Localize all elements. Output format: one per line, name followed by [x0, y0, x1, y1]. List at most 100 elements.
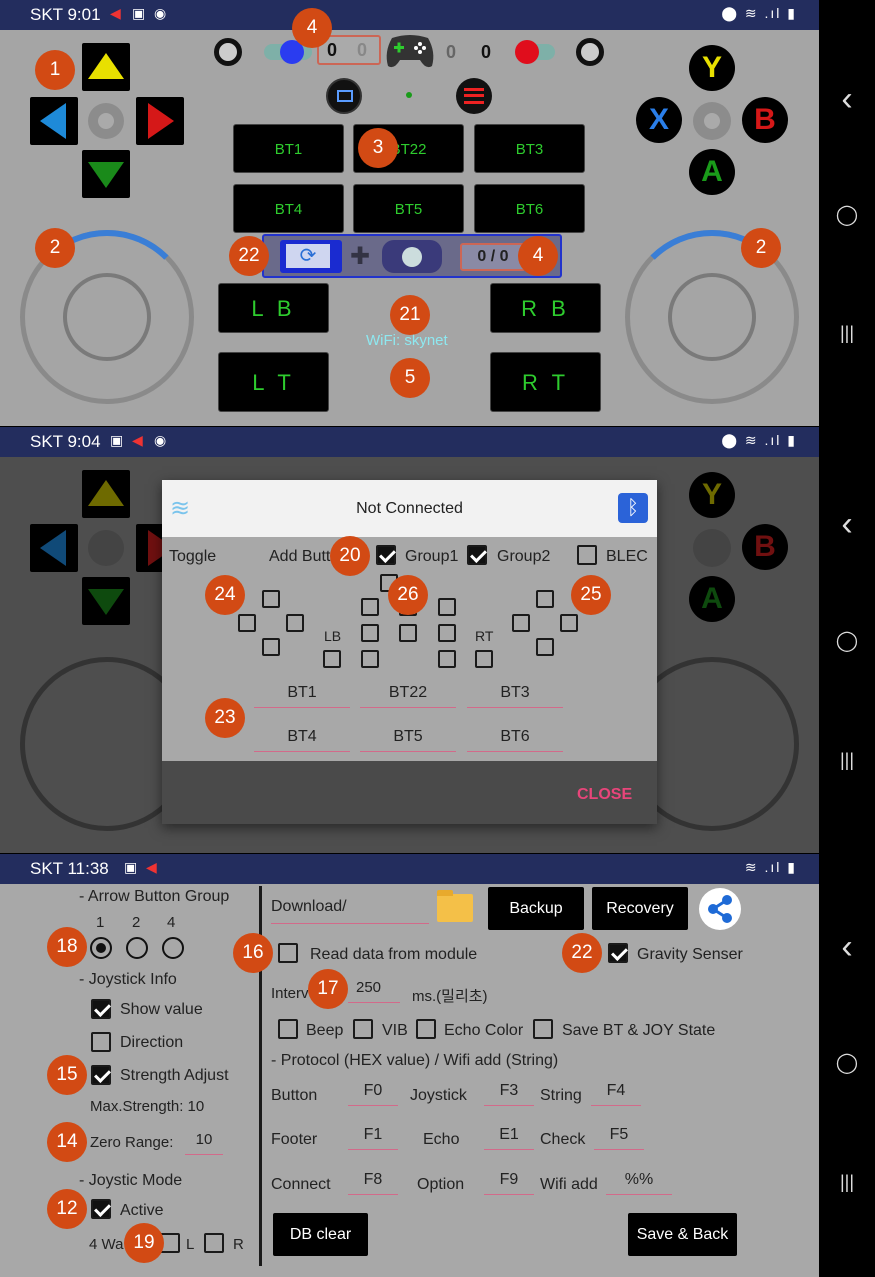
bluetooth-icon[interactable]: ᛒ	[618, 493, 648, 523]
protocol-input[interactable]: F8	[348, 1171, 398, 1195]
lb-button[interactable]: L B	[218, 283, 329, 333]
lb-toggle-box[interactable]	[323, 650, 341, 668]
protocol-input[interactable]: F3	[484, 1082, 534, 1106]
bt-name-field[interactable]: BT5	[360, 728, 456, 752]
share-icon[interactable]	[699, 888, 741, 930]
protocol-input[interactable]: F5	[594, 1126, 644, 1150]
save-back-button[interactable]: Save & Back	[628, 1213, 737, 1256]
gamepad-mini-icon[interactable]	[382, 240, 442, 273]
bt-name-field[interactable]: BT4	[254, 728, 350, 752]
recents-icon[interactable]: |||	[819, 323, 875, 344]
y-button[interactable]: Y	[689, 45, 735, 91]
save-state-checkbox[interactable]	[533, 1019, 553, 1039]
strength-adjust-checkbox[interactable]	[91, 1065, 111, 1085]
dpad-right-button[interactable]	[136, 97, 184, 145]
right-toggle-knob	[515, 40, 539, 64]
menu-icon[interactable]	[456, 78, 492, 114]
bt-toggle-box[interactable]	[361, 624, 379, 642]
arrow-radio-1[interactable]	[90, 937, 112, 959]
read-module-checkbox[interactable]	[278, 943, 298, 963]
close-button[interactable]: CLOSE	[577, 786, 632, 804]
back-icon[interactable]: ‹	[819, 928, 875, 967]
group1-checkbox[interactable]	[376, 545, 396, 565]
dpad-toggle-box[interactable]	[238, 614, 256, 632]
bt-toggle-box[interactable]	[438, 650, 456, 668]
protocol-input[interactable]: E1	[484, 1126, 534, 1150]
bt-button[interactable]: BT3	[474, 124, 585, 173]
face-center	[693, 102, 731, 140]
face-toggle-box[interactable]	[536, 590, 554, 608]
arrow-option-label: 1	[96, 914, 105, 931]
arrow-radio-4[interactable]	[162, 937, 184, 959]
arrow-radio-2[interactable]	[126, 937, 148, 959]
zero-range-input[interactable]: 10	[185, 1131, 223, 1155]
dpad-toggle-box[interactable]	[286, 614, 304, 632]
recents-icon[interactable]: |||	[819, 1172, 875, 1193]
beep-checkbox[interactable]	[278, 1019, 298, 1039]
dpad-down-button[interactable]	[82, 150, 130, 198]
x-button[interactable]: X	[636, 97, 682, 143]
bt-name-field[interactable]: BT6	[467, 728, 563, 752]
interval-input[interactable]: 250	[348, 979, 400, 1003]
protocol-input[interactable]: %%	[606, 1171, 672, 1195]
vib-checkbox[interactable]	[353, 1019, 373, 1039]
protocol-label: Check	[540, 1131, 586, 1148]
back-icon[interactable]: ‹	[819, 80, 875, 119]
protocol-input[interactable]: F9	[484, 1171, 534, 1195]
bt-button[interactable]: BT1	[233, 124, 344, 173]
bt-toggle-box[interactable]	[438, 624, 456, 642]
bt-name-field[interactable]: BT22	[360, 684, 456, 708]
callout-badge: 25	[571, 575, 611, 615]
show-value-checkbox[interactable]	[91, 999, 111, 1019]
face-toggle-box[interactable]	[512, 614, 530, 632]
recovery-button[interactable]: Recovery	[592, 887, 688, 930]
bt-button[interactable]: BT4	[233, 184, 344, 233]
folder-icon[interactable]	[437, 890, 473, 922]
db-clear-button[interactable]: DB clear	[273, 1213, 368, 1256]
dpad-toggle-box[interactable]	[262, 590, 280, 608]
home-icon[interactable]: ◯	[819, 628, 875, 653]
four-way-r-checkbox[interactable]	[204, 1233, 224, 1253]
path-input[interactable]: Download/	[271, 898, 429, 924]
bt-name-field[interactable]: BT3	[467, 684, 563, 708]
face-toggle-box[interactable]	[536, 638, 554, 656]
bt-button[interactable]: BT6	[474, 184, 585, 233]
rb-button[interactable]: R B	[490, 283, 601, 333]
bt-toggle-box[interactable]	[438, 598, 456, 616]
gravity-checkbox[interactable]	[608, 943, 628, 963]
bt-button[interactable]: BT5	[353, 184, 464, 233]
blec-checkbox[interactable]	[577, 545, 597, 565]
a-button[interactable]: A	[689, 149, 735, 195]
lt-button[interactable]: L T	[218, 352, 329, 412]
window-icon[interactable]	[326, 78, 362, 114]
b-button[interactable]: B	[742, 97, 788, 143]
home-icon[interactable]: ◯	[819, 1050, 875, 1075]
protocol-input[interactable]: F4	[591, 1082, 641, 1106]
bt-toggle-box[interactable]	[399, 624, 417, 642]
protocol-input[interactable]: F1	[348, 1126, 398, 1150]
group2-checkbox[interactable]	[467, 545, 487, 565]
bt-name-field[interactable]: BT1	[254, 684, 350, 708]
bt-toggle-box[interactable]	[361, 598, 379, 616]
image-icon: ▣	[132, 5, 146, 21]
connection-dialog: ≋ Not Connected ᛒ Toggle Add Butt Group1…	[162, 480, 657, 824]
bt-toggle-box[interactable]	[361, 650, 379, 668]
dpad-up-button[interactable]	[82, 43, 130, 91]
face-toggle-box[interactable]	[560, 614, 578, 632]
direction-checkbox[interactable]	[91, 1032, 111, 1052]
right-switch[interactable]	[576, 38, 604, 66]
active-checkbox[interactable]	[91, 1199, 111, 1219]
echo-color-checkbox[interactable]	[416, 1019, 436, 1039]
dpad-toggle-box[interactable]	[262, 638, 280, 656]
refresh-button[interactable]: ⟳	[280, 240, 342, 273]
dpad-left-button[interactable]	[30, 97, 78, 145]
system-icons: ⬤ ≋ .ıl ▮	[721, 432, 797, 448]
rt-button[interactable]: R T	[490, 352, 601, 412]
back-icon[interactable]: ‹	[819, 505, 875, 544]
home-icon[interactable]: ◯	[819, 202, 875, 227]
left-switch[interactable]	[214, 38, 242, 66]
recents-icon[interactable]: |||	[819, 750, 875, 771]
protocol-input[interactable]: F0	[348, 1082, 398, 1106]
backup-button[interactable]: Backup	[488, 887, 584, 930]
rt-toggle-box[interactable]	[475, 650, 493, 668]
